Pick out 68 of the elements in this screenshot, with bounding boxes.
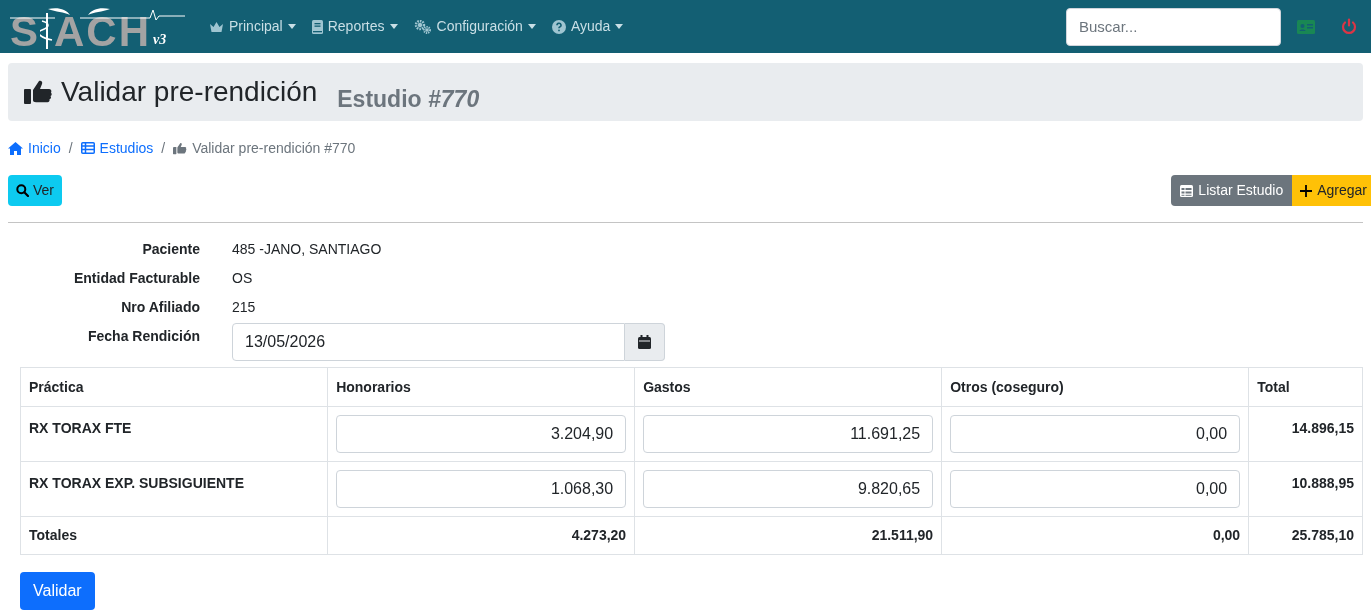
field-value: 485 -JANO, SANTIAGO (232, 240, 382, 259)
caduceus-icon (40, 12, 54, 49)
thumbs-up-icon (173, 141, 188, 155)
table-cell: 21.511,90 (871, 527, 934, 543)
table-cell: 4.273,20 (571, 527, 627, 543)
gears-icon (413, 19, 432, 34)
amount-field[interactable]: 1.068,30 (336, 470, 627, 508)
search-field[interactable]: Buscar... (1066, 7, 1281, 46)
search-icon (16, 184, 29, 197)
validate-button[interactable]: Validar (20, 572, 95, 610)
breadcrumb-separator: / (68, 138, 73, 158)
logo-text: ACH (54, 13, 151, 50)
field-label: Entidad Facturable (72, 269, 201, 288)
table-icon (80, 142, 95, 154)
caret-icon (615, 24, 624, 29)
table-cell: 10.888,95 (1291, 475, 1354, 491)
table-cell: RX TORAX FTE (29, 420, 132, 436)
caret-icon (389, 24, 398, 29)
field-label: Nro Afiliado (120, 298, 201, 317)
thumbs-up-icon (24, 79, 53, 105)
crown-icon (209, 20, 224, 33)
caret-icon (527, 24, 536, 29)
field-label: Paciente (141, 240, 201, 259)
date-field[interactable]: 13/05/2026 (232, 323, 625, 361)
power-icon[interactable] (1341, 18, 1357, 35)
column-header: Práctica (20, 367, 328, 407)
page-title: Validar pre-rendición (61, 75, 318, 109)
column-header: Gastos (634, 367, 942, 407)
table-cell: 14.896,15 (1291, 420, 1354, 436)
plus-icon (1300, 184, 1313, 197)
amount-field[interactable]: 11.691,25 (643, 415, 934, 453)
table-cell: Totales (29, 527, 77, 543)
breadcrumb-separator: / (161, 138, 166, 158)
breadcrumb-current: Validar pre-rendición #770 (192, 138, 356, 158)
table-cell: 25.785,10 (1291, 527, 1354, 543)
amount-field[interactable]: 0,00 (950, 470, 1241, 508)
amount-field[interactable]: 9.820,65 (643, 470, 934, 508)
amount-field[interactable]: 3.204,90 (336, 415, 627, 453)
column-header: Honorarios (327, 367, 635, 407)
amount-field[interactable]: 0,00 (950, 415, 1241, 453)
breadcrumb-link[interactable]: Inicio (28, 137, 61, 159)
field-label: Fecha Rendición (86, 327, 201, 346)
nav-menu[interactable]: Configuración (413, 16, 536, 37)
help-icon (551, 19, 566, 34)
caret-icon (287, 24, 296, 29)
id-card-icon[interactable] (1297, 19, 1315, 34)
view-button[interactable]: Ver (8, 175, 62, 206)
calendar-button[interactable] (625, 323, 665, 361)
logo-version: v3 (153, 30, 167, 49)
logo-text: S (10, 13, 40, 50)
field-value: 215 (232, 298, 256, 317)
nav-menu[interactable]: Reportes (311, 16, 398, 37)
page-subtitle: Estudio #770 (337, 84, 480, 114)
table-icon (1180, 184, 1194, 197)
nav-menu[interactable]: Ayuda (551, 16, 624, 37)
book-icon (311, 19, 323, 34)
table-cell: RX TORAX EXP. SUBSIGUIENTE (29, 475, 244, 491)
column-header: Otros (coseguro) (941, 367, 1249, 407)
table-cell: 0,00 (1212, 527, 1241, 543)
list-study-button[interactable]: Listar Estudio (1171, 175, 1293, 206)
calendar-icon (638, 335, 651, 349)
home-icon (8, 141, 23, 155)
add-button[interactable]: Agregar (1292, 175, 1371, 206)
app-logo[interactable]: S ACH v3 (10, 3, 185, 50)
nav-menu[interactable]: Principal (209, 16, 296, 37)
field-value: OS (232, 269, 253, 288)
column-header: Total (1248, 367, 1363, 407)
breadcrumb-link[interactable]: Estudios (99, 137, 154, 159)
